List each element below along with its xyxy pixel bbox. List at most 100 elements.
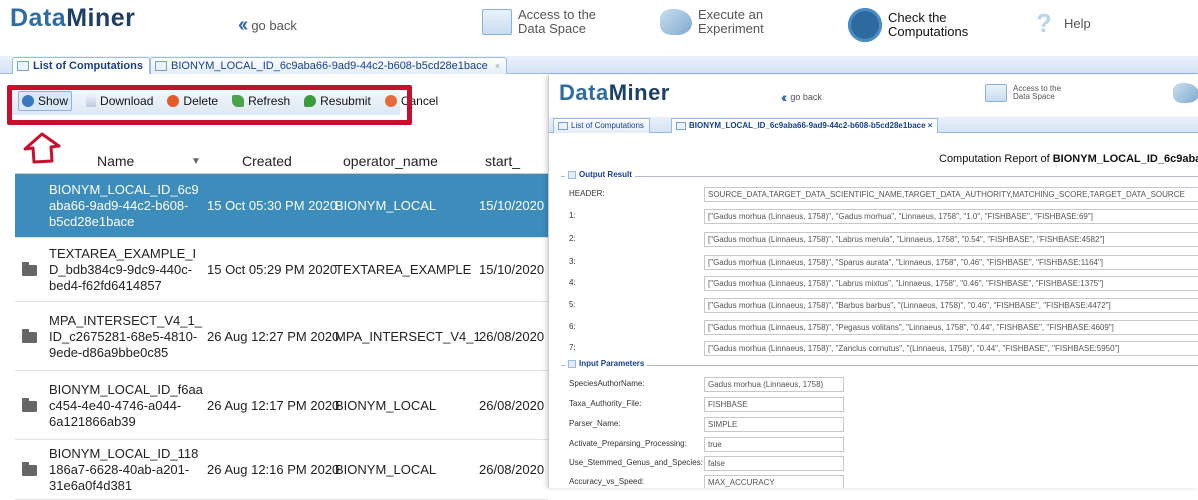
tab-computation-report[interactable]: BIONYM_LOCAL_ID_6c9aba66-9ad9-44c2-b608-… [150, 57, 508, 74]
row-start: 26/08/2020 12 [479, 329, 548, 344]
input-param-key: Parser_Name: [569, 419, 621, 428]
table-row[interactable]: BIONYM_LOCAL_ID_f6aa c454-4e40-4746-a044… [15, 371, 548, 440]
grid-header: Name ▼ Created operator_name start_ [15, 147, 548, 174]
table-row[interactable]: BIONYM_LOCAL_ID_6c9 aba66-9ad9-44c2-b608… [15, 174, 548, 238]
input-param-value-field[interactable]: MAX_ACCURACY [704, 475, 844, 488]
close-tab-icon[interactable]: × [928, 121, 933, 130]
output-key: 1: [569, 211, 576, 220]
row-name: TEXTAREA_EXAMPLE_I D_bdb384c9-9dc9-440c-… [49, 246, 197, 293]
nav-check-computations[interactable]: Check the Computations [848, 8, 968, 42]
list-icon [17, 61, 29, 71]
output-value-field[interactable]: ["Gadus morhua (Linnaeus, 1758)", "Zancl… [704, 341, 1198, 356]
folder-icon [22, 329, 37, 343]
input-parameters-fieldset: Input Parameters [561, 359, 1198, 488]
row-created: 15 Oct 05:30 PM 2020 [207, 198, 338, 213]
data-space-icon [985, 84, 1007, 102]
folder-icon [22, 462, 37, 476]
table-row[interactable]: TEXTAREA_EXAMPLE_I D_bdb384c9-9dc9-440c-… [15, 238, 548, 302]
row-operator-name: MPA_INTERSECT_V4_1 [335, 329, 481, 344]
output-value-field[interactable]: ["Gadus morhua (Linnaeus, 1758)", "Pegas… [704, 320, 1198, 335]
output-value-field[interactable]: ["Gadus morhua (Linnaeus, 1758)", "Gadus… [704, 209, 1198, 224]
row-start: 26/08/2020 12 [479, 462, 548, 477]
input-param-value-field[interactable]: true [704, 437, 844, 452]
input-param-value-field[interactable]: false [704, 456, 844, 471]
app-header: DataMiner ‹‹ go back Access to the Data … [0, 0, 1198, 56]
output-value-field[interactable]: ["Gadus morhua (Linnaeus, 1758)", "Labru… [704, 276, 1198, 291]
output-key: 6: [569, 322, 576, 331]
computation-report-panel: DataMiner ‹‹ go back Access to the Data … [548, 75, 1198, 488]
row-operator-name: BIONYM_LOCAL [335, 198, 437, 213]
input-param-key: Use_Stemmed_Genus_and_Species: [569, 458, 703, 467]
double-chevron-left-icon: ‹‹ [781, 89, 788, 105]
row-created: 26 Aug 12:17 PM 2020 [207, 398, 340, 413]
input-parameters-legend[interactable]: Input Parameters [565, 359, 648, 368]
report-tab-bar: List of Computations BIONYM_LOCAL_ID_6c9… [549, 117, 1198, 133]
folder-icon [22, 262, 37, 276]
input-param-key: Activate_Preparsing_Processing: [569, 439, 687, 448]
experiment-icon [1173, 83, 1198, 103]
report-nav-experiment[interactable] [1173, 83, 1198, 103]
folder-icon [22, 398, 37, 412]
report-icon [676, 122, 686, 130]
report-tab-computation[interactable]: BIONYM_LOCAL_ID_6c9aba66-9ad9-44c2-b608-… [671, 118, 939, 133]
computations-gear-icon [848, 8, 882, 42]
output-key: 2: [569, 234, 576, 243]
output-value-field[interactable]: SOURCE_DATA,TARGET_DATA_SCIENTIFIC_NAME,… [704, 187, 1198, 202]
collapse-toggle-icon[interactable] [568, 359, 576, 368]
report-app-header: DataMiner ‹‹ go back Access to the Data … [549, 75, 1198, 117]
report-go-back-link[interactable]: ‹‹ go back [781, 89, 822, 105]
toolbar-highlight-frame [7, 85, 412, 125]
nav-execute-experiment[interactable]: Execute an Experiment [660, 8, 764, 35]
help-icon: ? [1036, 8, 1052, 38]
column-header-created[interactable]: Created [242, 153, 292, 169]
output-result-legend[interactable]: Output Result [565, 170, 635, 179]
dataminer-logo[interactable]: DataMiner [10, 4, 135, 33]
output-key: 4: [569, 278, 576, 287]
output-key: 7: [569, 343, 576, 352]
column-header-start[interactable]: start_ [485, 153, 520, 169]
row-start: 15/10/2020 17 [479, 262, 548, 277]
input-param-value-field[interactable]: Gadus morhua (Linnaeus, 1758) [704, 377, 844, 392]
row-created: 26 Aug 12:27 PM 2020 [207, 329, 340, 344]
go-back-link[interactable]: ‹‹ go back [238, 14, 297, 37]
output-key: HEADER: [569, 189, 605, 198]
experiment-icon [660, 8, 692, 35]
output-value-field[interactable]: ["Gadus morhua (Linnaeus, 1758)", "Sparu… [704, 255, 1198, 270]
report-dataminer-logo[interactable]: DataMiner [559, 80, 670, 106]
input-param-value-field[interactable]: FISHBASE [704, 397, 844, 412]
output-key: 5: [569, 300, 576, 309]
input-param-value-field[interactable]: SIMPLE [704, 417, 844, 432]
output-key: 3: [569, 257, 576, 266]
report-icon [155, 61, 167, 71]
sort-desc-icon[interactable]: ▼ [191, 156, 201, 167]
close-tab-icon[interactable]: × [495, 61, 500, 71]
data-space-icon [482, 8, 512, 35]
column-header-name[interactable]: Name [97, 153, 134, 169]
report-title: Computation Report of BIONYM_LOCAL_ID_6c… [939, 153, 1198, 165]
collapse-toggle-icon[interactable] [568, 170, 576, 179]
row-created: 15 Oct 05:29 PM 2020 [207, 262, 338, 277]
row-operator-name: BIONYM_LOCAL [335, 462, 437, 477]
row-created: 26 Aug 12:16 PM 2020 [207, 462, 340, 477]
input-param-key: Taxa_Authority_File: [569, 399, 642, 408]
output-value-field[interactable]: ["Gadus morhua (Linnaeus, 1758)", "Barbu… [704, 298, 1198, 313]
row-start: 15/10/2020 17 [479, 198, 548, 213]
double-chevron-left-icon: ‹‹ [238, 14, 248, 36]
list-icon [558, 122, 568, 130]
computations-list-panel: Show Download Delete Refresh Resubmit Ca… [0, 75, 548, 500]
row-name: BIONYM_LOCAL_ID_6c9 aba66-9ad9-44c2-b608… [49, 182, 199, 229]
row-operator-name: TEXTAREA_EXAMPLE [335, 262, 472, 277]
tab-list-of-computations[interactable]: List of Computations [12, 57, 150, 74]
table-row[interactable]: MPA_INTERSECT_V4_1_ ID_c2675281-68e5-481… [15, 302, 548, 371]
nav-access-data-space[interactable]: Access to the Data Space [482, 8, 596, 35]
report-tab-list-of-computations[interactable]: List of Computations [553, 118, 650, 133]
column-header-operator-name[interactable]: operator_name [343, 153, 438, 169]
table-row[interactable]: BIONYM_LOCAL_ID_118 186a7-6628-40ab-a201… [15, 440, 548, 500]
row-name: BIONYM_LOCAL_ID_f6aa c454-4e40-4746-a044… [49, 382, 203, 429]
report-nav-access-data-space[interactable]: Access to the Data Space [985, 84, 1061, 102]
nav-help[interactable]: ? Help [1030, 10, 1091, 38]
input-param-key: SpeciesAuthorName: [569, 379, 645, 388]
input-param-key: Accuracy_vs_Speed: [569, 477, 645, 486]
row-name: BIONYM_LOCAL_ID_118 186a7-6628-40ab-a201… [49, 446, 199, 493]
output-value-field[interactable]: ["Gadus morhua (Linnaeus, 1758)", "Labru… [704, 232, 1198, 247]
